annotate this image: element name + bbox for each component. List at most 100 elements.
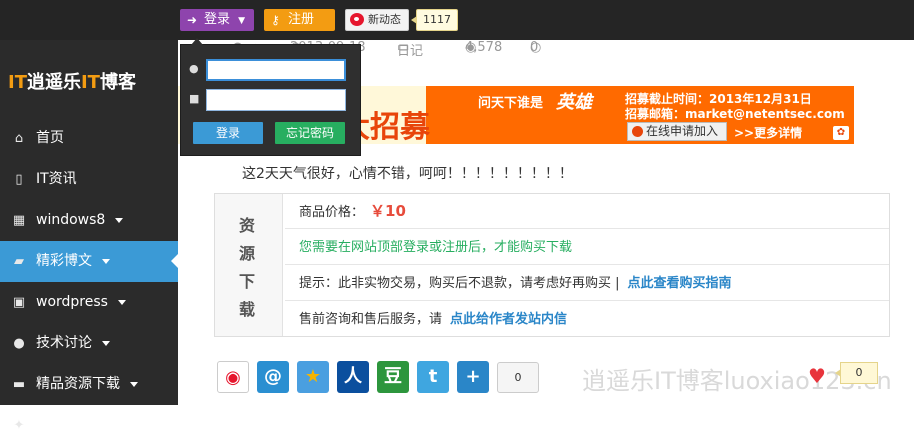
site-logo[interactable]: IT逍遥乐IT博客 [8, 68, 136, 94]
price-value: ￥10 [370, 202, 406, 220]
sidebar-item-personal-works[interactable]: ✦ 个人作品 [0, 405, 178, 446]
chevron-down-icon [102, 258, 110, 264]
logo-it: IT [80, 72, 100, 93]
book-icon: ▰ [14, 254, 24, 269]
share-count: 0 [497, 362, 539, 393]
logo-main: 逍遥乐 [26, 72, 81, 93]
banner-slogan-hand: 英雄 [556, 92, 592, 113]
sidebar-item-windows8[interactable]: ▦ windows8 [0, 200, 178, 241]
resource-side-label: 资 源 下 载 [215, 194, 283, 336]
login-button[interactable]: ➜ 登录 ▼ [180, 9, 254, 31]
sidebar-item-resource-downloads[interactable]: ▬ 精品资源下载 [0, 364, 178, 405]
weibo-follow-count: 1117 [411, 9, 458, 31]
side-char: 载 [238, 300, 255, 319]
username-row: ● [189, 59, 349, 81]
chevron-down-icon [130, 381, 138, 387]
purchase-guide-link[interactable]: 点此查看购买指南 [628, 276, 732, 291]
file-icon: ▯ [15, 172, 23, 187]
category-value: 日记 [397, 44, 424, 56]
tip-text: 提示：此非实物交易，购买后不退款，请考虑好再购买 | [299, 276, 620, 291]
more-share-button[interactable]: + [457, 361, 489, 393]
service-text: 售前咨询和售后服务，请 [299, 312, 443, 327]
banner-apply-button[interactable]: 在线申请加入 [627, 122, 727, 141]
banner-slogan: 问天下谁是 [478, 96, 544, 111]
weibo-follow-label: 新动态 [368, 13, 401, 26]
register-button-label: 注册 [288, 12, 315, 27]
douban-icon: 豆 [384, 366, 402, 387]
login-notice-row: 您需要在网站顶部登录或注册后，才能购买下载 [285, 230, 889, 265]
password-row: ■ [189, 89, 349, 111]
home-icon: ⌂ [14, 131, 24, 146]
chevron-down-icon [115, 217, 124, 223]
sidebar-item-label: IT资讯 [36, 171, 77, 187]
star-icon: ★ [304, 366, 322, 387]
qq-icon: @ [264, 366, 282, 387]
resource-download-box: 资 源 下 载 商品价格： ￥10 您需要在网站顶部登录或注册后，才能购买下载 提… [214, 193, 890, 337]
dropdown-login-button[interactable]: 登录 [193, 122, 263, 144]
lock-icon: ■ [189, 92, 200, 105]
twitter-icon: t [428, 366, 438, 387]
chevron-down-icon [102, 340, 110, 346]
price-row: 商品价格： ￥10 [285, 194, 889, 229]
side-char: 资 [238, 216, 255, 235]
weibo-icon: ◉ [225, 367, 241, 388]
sidebar-item-label: 首页 [36, 130, 64, 146]
image-icon: ▣ [12, 295, 26, 310]
users-icon: ● [13, 336, 25, 351]
side-char: 下 [238, 272, 255, 291]
sidebar-item-home[interactable]: ⌂ 首页 [0, 118, 178, 159]
key-icon: ⚷ [271, 13, 280, 27]
tip-row: 提示：此非实物交易，购买后不退款，请考虑好再购买 | 点此查看购买指南 [285, 266, 889, 301]
plus-icon: + [465, 366, 481, 387]
logo-it-prefix: IT [8, 72, 27, 93]
windows-icon: ▦ [12, 213, 26, 228]
user-icon: ● [189, 62, 199, 75]
banner-more-link[interactable]: >>更多详情 [734, 124, 802, 141]
sidebar-item-tech-discussion[interactable]: ● 技术讨论 [0, 323, 178, 364]
briefcase-icon: ▬ [12, 377, 26, 392]
qzone-share-button[interactable]: ★ [297, 361, 329, 393]
sidebar-item-wordpress[interactable]: ▣ wordpress [0, 282, 178, 323]
sign-in-icon: ➜ [187, 13, 198, 27]
login-notice: 您需要在网站顶部登录或注册后，才能购买下载 [299, 240, 573, 255]
heart-icon[interactable]: ♥ [808, 364, 826, 388]
post-body-text: 这2天天气很好，心情不错，呵呵！！！！！！！！！ [242, 166, 573, 182]
top-bar: ➜ 登录 ▼ ⚷ 注册 新动态 1117 [0, 0, 914, 40]
chevron-down-icon [102, 422, 110, 428]
chevron-down-icon [117, 299, 126, 305]
comments-value: 0 [530, 40, 539, 55]
login-button-label: 登录 [204, 12, 231, 27]
paw-icon: ✿ [833, 126, 849, 140]
logo-tail: 博客 [99, 72, 136, 93]
magic-wand-icon: ✦ [13, 418, 25, 433]
sidebar-item-label: 个人作品 [36, 417, 92, 433]
register-button[interactable]: ⚷ 注册 [264, 9, 335, 31]
sidebar-item-featured-posts[interactable]: ▰ 精彩博文 [0, 241, 178, 282]
weibo-icon [350, 13, 364, 26]
login-dropdown: ● ■ 登录 忘记密码 [180, 38, 361, 156]
like-count: 0 [835, 362, 878, 384]
sidebar-nav: ⌂ 首页 ▯ IT资讯 ▦ windows8 ▰ 精彩博文 ▣ wordpress ● 技术… [0, 118, 178, 446]
password-input[interactable] [206, 89, 346, 111]
username-input[interactable] [206, 59, 346, 81]
sidebar: IT逍遥乐IT博客 ⌂ 首页 ▯ IT资讯 ▦ windows8 ▰ 精彩博文 ▣ wor… [0, 40, 178, 433]
banner-email: 招募邮箱：market@netentsec.com [625, 107, 845, 121]
renren-share-button[interactable]: 人 [337, 361, 369, 393]
sidebar-item-label: 技术讨论 [36, 335, 92, 351]
forgot-password-button[interactable]: 忘记密码 [275, 122, 345, 144]
message-author-link[interactable]: 点此给作者发站内信 [450, 312, 567, 327]
weibo-follow-button[interactable]: 新动态 [345, 9, 409, 31]
twitter-share-button[interactable]: t [417, 361, 449, 393]
weibo-share-button[interactable]: ◉ [217, 361, 249, 393]
chevron-down-icon: ▼ [238, 16, 246, 26]
qq-weibo-share-button[interactable]: @ [257, 361, 289, 393]
service-row: 售前咨询和售后服务，请 点此给作者发站内信 [285, 302, 889, 337]
price-label: 商品价格： [299, 205, 365, 220]
sidebar-item-it-news[interactable]: ▯ IT资讯 [0, 159, 178, 200]
renren-icon: 人 [344, 366, 362, 387]
sidebar-item-label: 精品资源下载 [36, 376, 120, 392]
sidebar-item-label: 精彩博文 [36, 253, 92, 269]
sidebar-item-label: wordpress [36, 294, 108, 310]
douban-share-button[interactable]: 豆 [377, 361, 409, 393]
sidebar-item-label: windows8 [36, 212, 106, 228]
